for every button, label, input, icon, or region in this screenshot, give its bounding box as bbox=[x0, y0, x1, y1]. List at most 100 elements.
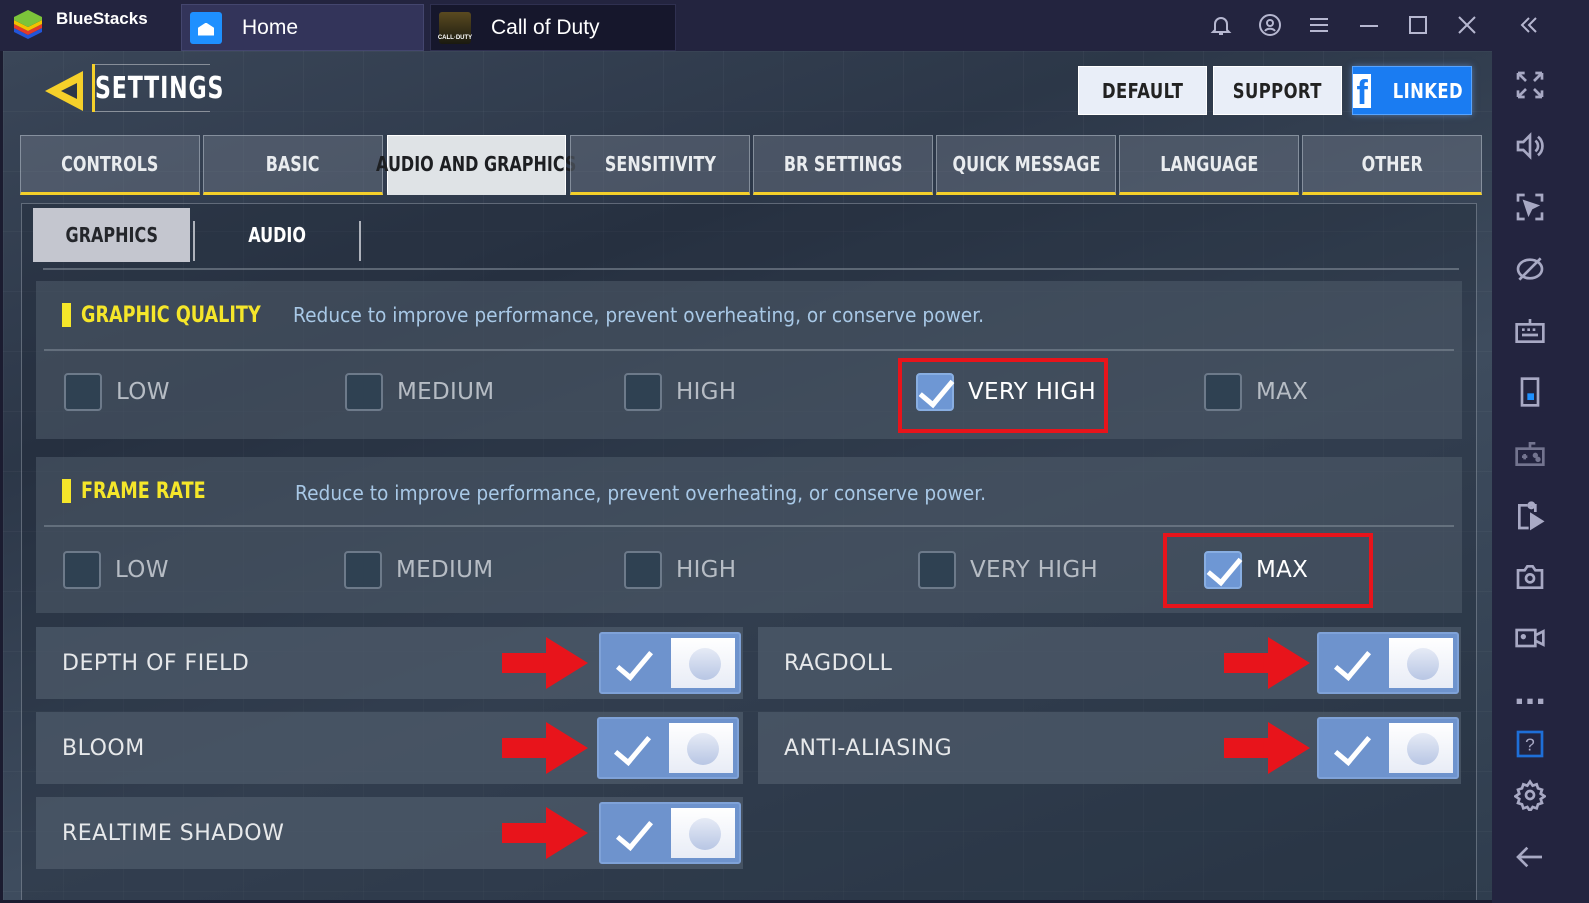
bluestacks-logo-icon bbox=[14, 10, 42, 39]
support-button[interactable]: SUPPORT bbox=[1213, 66, 1342, 115]
option-label: MAX bbox=[1256, 379, 1309, 405]
ragdoll-toggle[interactable] bbox=[1317, 632, 1459, 694]
checkbox[interactable] bbox=[64, 373, 102, 411]
checkbox[interactable] bbox=[624, 551, 662, 589]
toggle-row-realtime-shadow: REALTIME SHADOW bbox=[36, 797, 743, 869]
right-sidebar: ? bbox=[1492, 51, 1589, 903]
linked-button-label: LINKED bbox=[1393, 78, 1464, 103]
red-arrow-icon bbox=[1224, 637, 1310, 689]
subtab-separator bbox=[359, 221, 361, 261]
anti-aliasing-toggle[interactable] bbox=[1317, 717, 1459, 779]
screenshot-icon[interactable] bbox=[1514, 561, 1546, 593]
subtab-label: GRAPHICS bbox=[65, 223, 158, 247]
tab-language[interactable]: LANGUAGE bbox=[1119, 135, 1299, 195]
facebook-icon: f bbox=[1353, 73, 1372, 110]
check-icon bbox=[599, 719, 669, 777]
collapse-sidebar-icon[interactable] bbox=[1517, 13, 1541, 37]
call-of-duty-icon: CALL·DUTY bbox=[437, 11, 473, 44]
tab-audio-and-graphics[interactable]: AUDIO AND GRAPHICS bbox=[376, 135, 577, 195]
frame-rate-option-medium[interactable]: MEDIUM bbox=[344, 551, 493, 589]
option-label: HIGH bbox=[676, 379, 737, 405]
record-video-icon[interactable] bbox=[1514, 622, 1546, 654]
section-title: FRAME RATE bbox=[81, 478, 206, 504]
volume-icon[interactable] bbox=[1514, 130, 1546, 162]
close-icon[interactable] bbox=[1455, 13, 1479, 37]
section-divider bbox=[44, 349, 1454, 351]
tab-call-of-duty-label: Call of Duty bbox=[491, 15, 600, 39]
tab-call-of-duty[interactable]: CALL·DUTY Call of Duty bbox=[430, 4, 676, 51]
subtab-audio[interactable]: AUDIO bbox=[195, 208, 359, 262]
bloom-toggle[interactable] bbox=[597, 717, 739, 779]
eye-off-icon[interactable] bbox=[1514, 253, 1546, 285]
more-icon[interactable] bbox=[1514, 684, 1546, 716]
section-description: Reduce to improve performance, prevent o… bbox=[295, 481, 987, 505]
toggle-label: RAGDOLL bbox=[784, 650, 893, 676]
option-label: MEDIUM bbox=[397, 379, 495, 405]
facebook-linked-button[interactable]: f LINKED bbox=[1352, 66, 1472, 115]
highlight-box bbox=[898, 358, 1108, 433]
graphic-quality-option-high[interactable]: HIGH bbox=[624, 373, 736, 411]
keyboard-icon[interactable] bbox=[1514, 315, 1546, 347]
realtime-shadow-toggle[interactable] bbox=[599, 802, 741, 864]
frame-rate-option-low[interactable]: LOW bbox=[63, 551, 169, 589]
frame-rate-section: FRAME RATE Reduce to improve performance… bbox=[36, 457, 1462, 613]
depth-of-field-toggle[interactable] bbox=[599, 632, 741, 694]
graphic-quality-option-medium[interactable]: MEDIUM bbox=[345, 373, 494, 411]
checkbox[interactable] bbox=[63, 551, 101, 589]
back-arrow-icon[interactable] bbox=[43, 69, 87, 113]
tab-sensitivity[interactable]: SENSITIVITY bbox=[570, 135, 750, 195]
tab-br-settings[interactable]: BR SETTINGS bbox=[753, 135, 933, 195]
red-arrow-icon bbox=[502, 637, 588, 689]
toggle-knob bbox=[1389, 638, 1453, 688]
frame-rate-option-high[interactable]: HIGH bbox=[624, 551, 736, 589]
frame-rate-option-very-high[interactable]: VERY HIGH bbox=[918, 551, 1098, 589]
title-line-bottom bbox=[95, 111, 210, 112]
gamepad-icon[interactable] bbox=[1514, 438, 1546, 470]
cod-icon-text: CALL·DUTY bbox=[437, 34, 473, 41]
checkbox[interactable] bbox=[345, 373, 383, 411]
minimize-icon[interactable] bbox=[1357, 13, 1381, 37]
lock-cursor-icon[interactable] bbox=[1514, 191, 1546, 223]
section-marker bbox=[62, 303, 71, 327]
rotate-icon[interactable] bbox=[1514, 376, 1546, 408]
checkbox[interactable] bbox=[624, 373, 662, 411]
graphic-quality-option-low[interactable]: LOW bbox=[64, 373, 170, 411]
tab-other[interactable]: OTHER bbox=[1302, 135, 1482, 195]
tab-label: CONTROLS bbox=[61, 152, 159, 176]
checkbox[interactable] bbox=[918, 551, 956, 589]
toggle-knob bbox=[671, 808, 735, 858]
subtab-label: AUDIO bbox=[248, 223, 306, 247]
subtab-graphics[interactable]: GRAPHICS bbox=[33, 208, 190, 262]
settings-icon[interactable] bbox=[1514, 779, 1546, 811]
toggle-label: DEPTH OF FIELD bbox=[62, 650, 250, 676]
tab-quick-message[interactable]: QUICK MESSAGE bbox=[936, 135, 1116, 195]
option-label: HIGH bbox=[676, 557, 737, 583]
red-arrow-icon bbox=[502, 722, 588, 774]
account-icon[interactable] bbox=[1258, 13, 1282, 37]
tab-label: BR SETTINGS bbox=[783, 152, 903, 176]
option-label: VERY HIGH bbox=[970, 557, 1099, 583]
fullscreen-icon[interactable] bbox=[1514, 69, 1546, 101]
section-divider bbox=[44, 525, 1454, 527]
tab-basic[interactable]: BASIC bbox=[203, 135, 383, 195]
checkbox[interactable] bbox=[344, 551, 382, 589]
back-icon[interactable] bbox=[1514, 841, 1546, 873]
graphic-quality-option-max[interactable]: MAX bbox=[1204, 373, 1308, 411]
check-icon bbox=[601, 804, 671, 862]
bell-icon[interactable] bbox=[1209, 13, 1233, 37]
help-icon[interactable]: ? bbox=[1514, 728, 1546, 760]
apk-install-icon[interactable] bbox=[1514, 500, 1546, 532]
tab-home-label: Home bbox=[242, 15, 299, 39]
checkbox[interactable] bbox=[1204, 373, 1242, 411]
maximize-icon[interactable] bbox=[1406, 13, 1430, 37]
default-button[interactable]: DEFAULT bbox=[1078, 66, 1207, 115]
default-button-label: DEFAULT bbox=[1101, 78, 1184, 103]
toggle-row-ragdoll: RAGDOLL bbox=[758, 627, 1461, 699]
red-arrow-icon bbox=[502, 807, 588, 859]
section-title: GRAPHIC QUALITY bbox=[81, 302, 261, 328]
tab-home[interactable]: Home bbox=[181, 4, 424, 51]
toggle-row-anti-aliasing: ANTI-ALIASING bbox=[758, 712, 1461, 784]
tab-controls[interactable]: CONTROLS bbox=[20, 135, 200, 195]
page-title: SETTINGS bbox=[95, 71, 225, 106]
menu-icon[interactable] bbox=[1307, 13, 1331, 37]
